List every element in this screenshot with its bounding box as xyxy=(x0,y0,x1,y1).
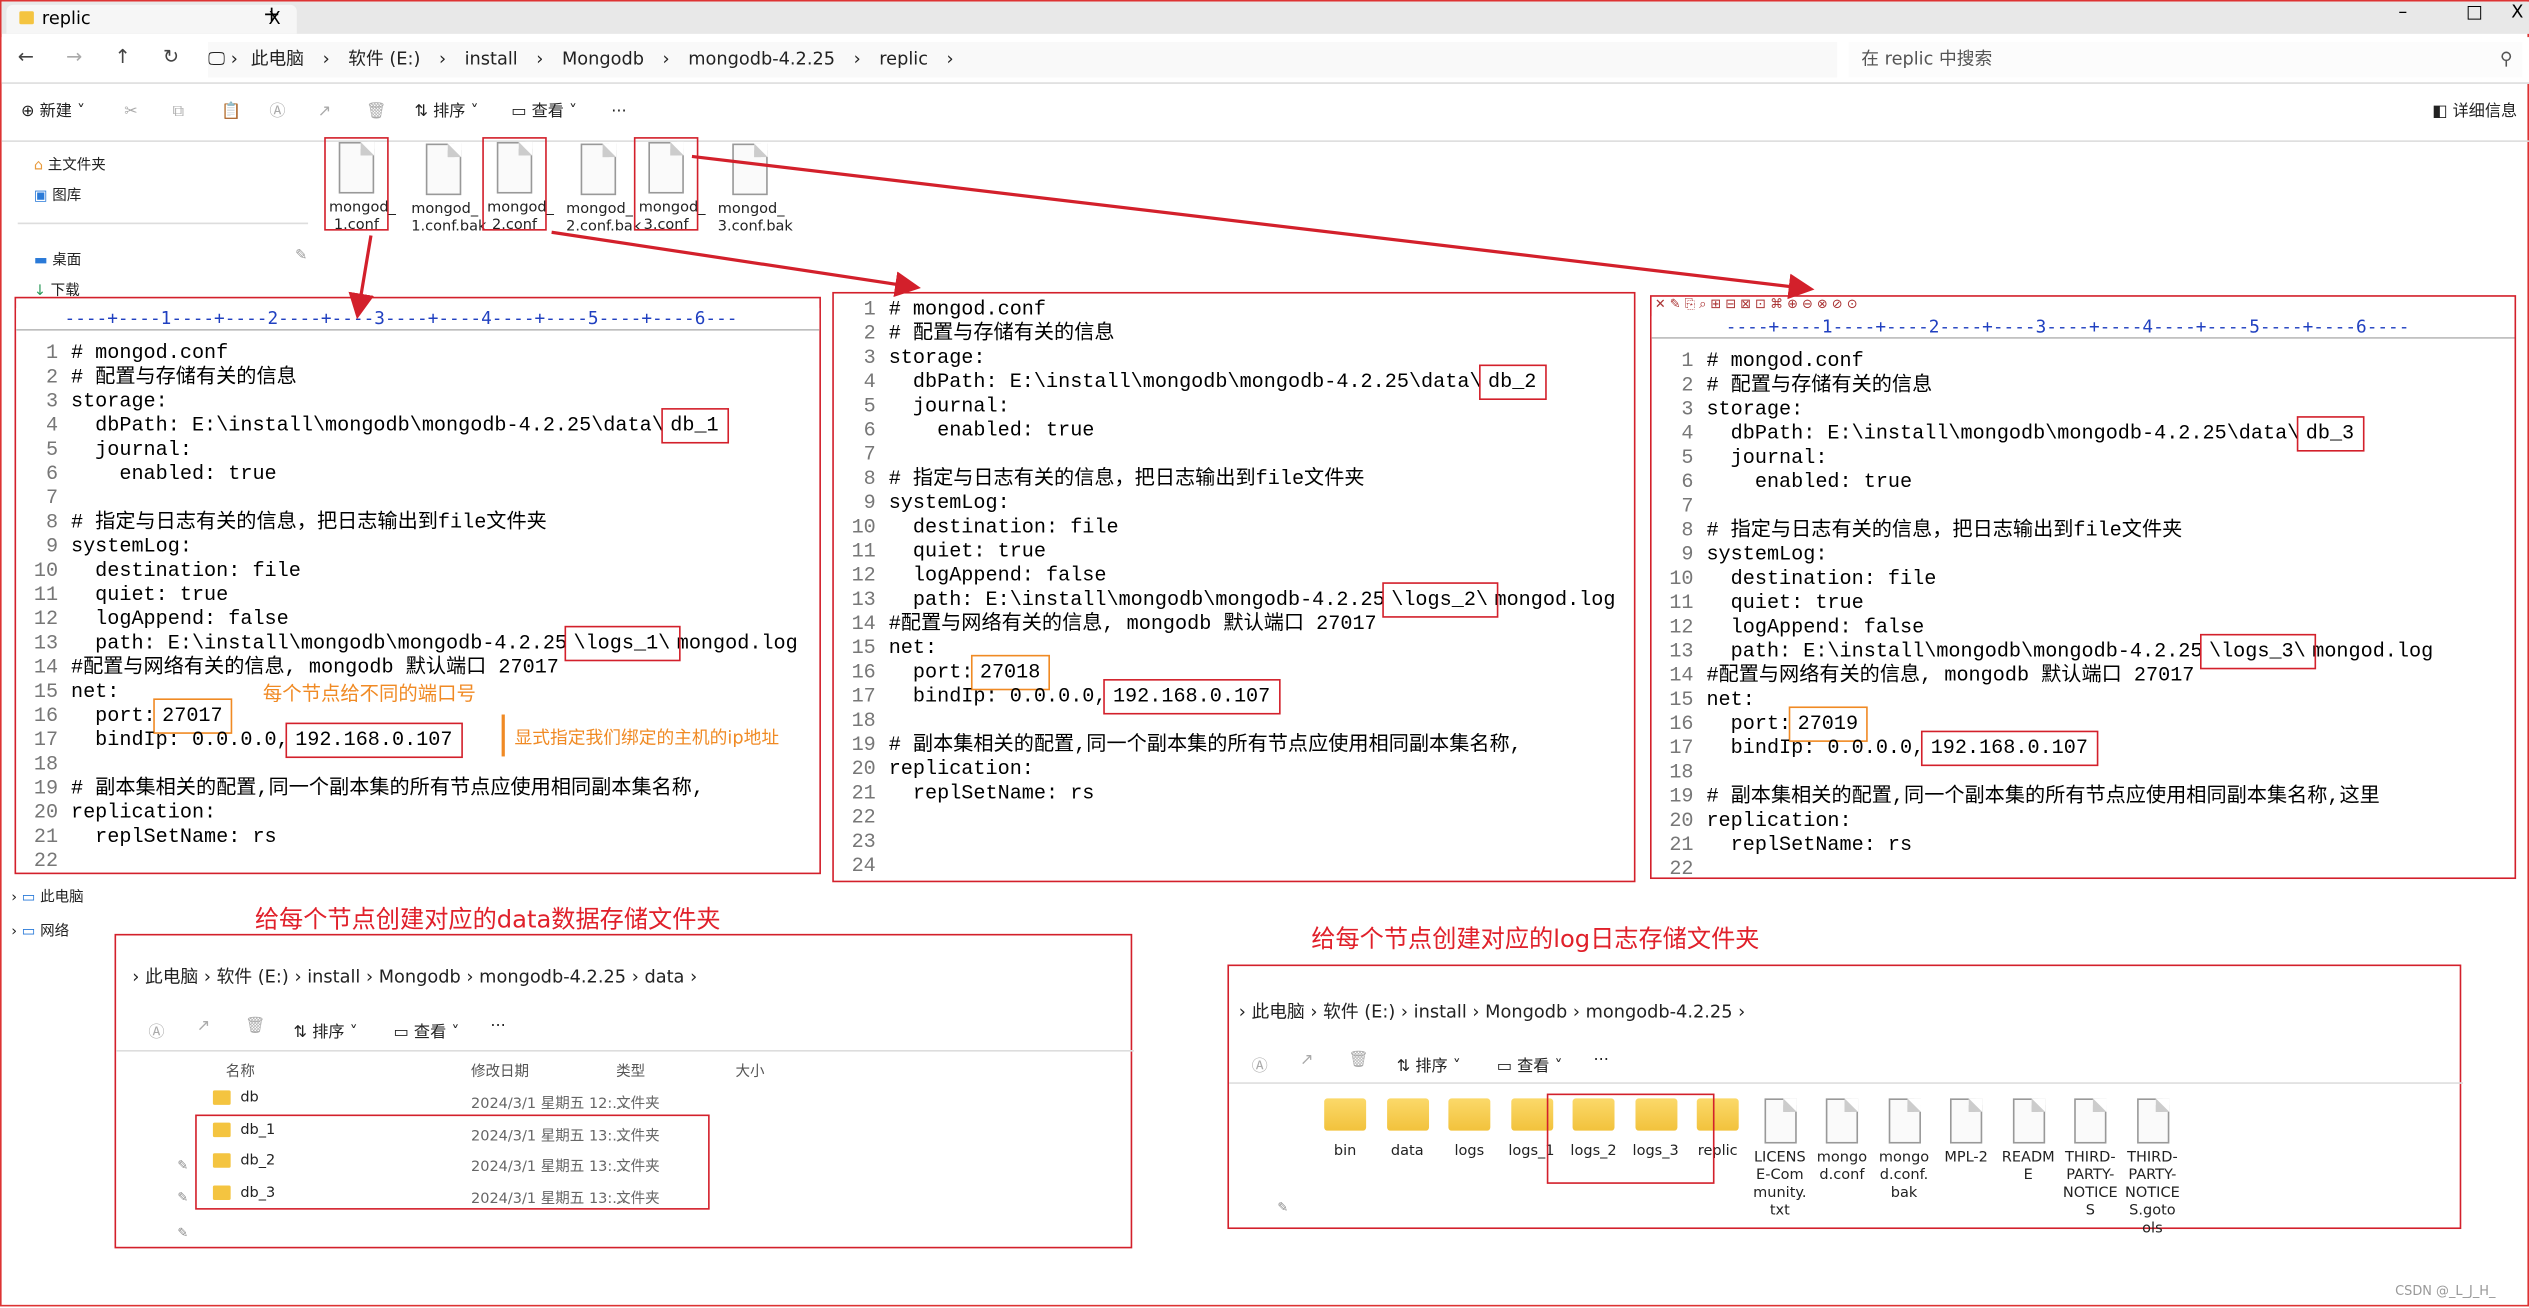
arrow-2 xyxy=(551,230,921,297)
watermark: CSDN @_L_J_H_ xyxy=(2395,1283,2496,1299)
annotation-arrows xyxy=(348,154,1815,320)
arrow-3 xyxy=(691,154,1815,300)
screenshot: replic X + – □ X ← → ↑ ↻ 🖵 › 此电脑 › 软件 (E:)… xyxy=(0,0,2529,1307)
arrow-1 xyxy=(348,235,374,320)
